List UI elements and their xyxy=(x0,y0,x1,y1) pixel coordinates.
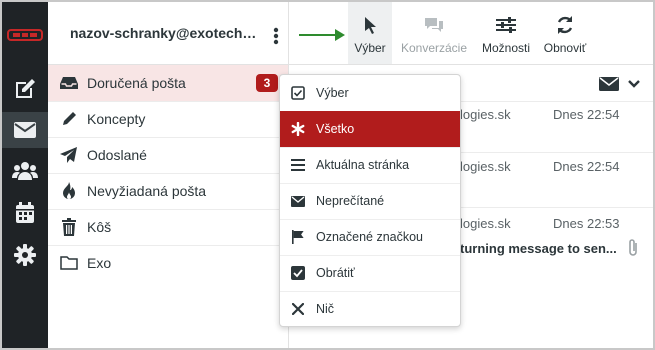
menu-item-selection[interactable]: Výber xyxy=(280,75,460,112)
menu-item-label: Neprečítané xyxy=(316,194,385,208)
select-menu: Výber Všetko Aktuálna stránka Neprečítan… xyxy=(279,74,461,327)
cursor-icon xyxy=(364,14,376,36)
envelope-icon[interactable] xyxy=(599,77,619,91)
compose-icon xyxy=(16,79,35,98)
mail-button[interactable] xyxy=(2,112,48,148)
folder-label: Exo xyxy=(87,255,112,271)
unread-badge: 3 xyxy=(256,74,278,92)
folder-label: Doručená pošta xyxy=(87,75,186,91)
flag-icon xyxy=(290,229,306,245)
app-rail xyxy=(2,2,48,348)
folder-label: Odoslané xyxy=(87,147,147,163)
menu-item-label: Všetko xyxy=(316,122,355,136)
options-button[interactable]: Možnosti xyxy=(477,2,535,64)
menu-item-unread[interactable]: Neprečítané xyxy=(280,183,460,220)
menu-item-flagged[interactable]: Označené značkou xyxy=(280,219,460,256)
mail-icon xyxy=(14,122,36,138)
folder-label: Kôš xyxy=(87,219,112,235)
sliders-icon xyxy=(496,14,516,36)
menu-item-label: Výber xyxy=(316,86,349,100)
conversations-button[interactable]: Konverzácie xyxy=(395,2,473,64)
message-date: Dnes 22:53 xyxy=(553,216,620,231)
list-icon xyxy=(290,157,306,173)
compose-button[interactable] xyxy=(2,71,48,107)
menu-item-none[interactable]: Nič xyxy=(280,291,460,326)
comments-icon xyxy=(423,14,445,36)
list-header-actions xyxy=(599,75,649,93)
folders-pane: nazov-schranky@exotechnol... Doručená po… xyxy=(48,2,289,348)
menu-item-all[interactable]: Všetko xyxy=(280,111,460,148)
menu-item-label: Obrátiť xyxy=(316,266,355,280)
folder-exo[interactable]: Exo xyxy=(48,245,288,281)
calendar-icon xyxy=(16,202,34,223)
folder-trash[interactable]: Kôš xyxy=(48,209,288,246)
options-label: Možnosti xyxy=(481,41,531,55)
folder-label: Nevyžiadaná pošta xyxy=(87,183,207,199)
inbox-icon xyxy=(59,73,79,93)
message-from[interactable]: logies.sk xyxy=(460,159,511,174)
menu-item-label: Nič xyxy=(316,302,335,316)
message-from[interactable]: logies.sk xyxy=(460,107,511,122)
paper-plane-icon xyxy=(59,145,79,165)
logo-icon[interactable] xyxy=(6,22,44,48)
toolbar: Výber Konverzácie Možnosti Obnoviť xyxy=(289,2,653,64)
mail-app-window: nazov-schranky@exotechnol... Doručená po… xyxy=(0,0,655,350)
message-from[interactable]: logies.sk xyxy=(460,216,511,231)
asterisk-icon xyxy=(290,121,306,137)
menu-item-invert[interactable]: Obrátiť xyxy=(280,255,460,292)
account-menu-icon[interactable] xyxy=(272,26,280,46)
folder-sent[interactable]: Odoslané xyxy=(48,137,288,174)
menu-item-label: Aktuálna stránka xyxy=(316,158,410,172)
folder-icon xyxy=(59,253,79,273)
paperclip-icon xyxy=(629,239,637,256)
folder-label: Koncepty xyxy=(87,111,146,127)
contacts-icon xyxy=(12,162,38,180)
contacts-button[interactable] xyxy=(2,153,48,189)
fire-icon xyxy=(59,181,79,201)
folder-inbox[interactable]: Doručená pošta 3 xyxy=(48,65,288,102)
select-label: Výber xyxy=(354,41,386,55)
folder-drafts[interactable]: Koncepty xyxy=(48,101,288,138)
close-icon xyxy=(290,301,306,317)
arrow-right-icon xyxy=(299,29,345,41)
chevron-down-icon[interactable] xyxy=(628,80,640,88)
message-subject[interactable]: turning message to sen... xyxy=(460,241,617,256)
checkbox-icon xyxy=(290,85,306,101)
trash-icon xyxy=(59,217,79,237)
message-date: Dnes 22:54 xyxy=(553,159,620,174)
divider xyxy=(289,64,653,65)
message-date: Dnes 22:54 xyxy=(553,107,620,122)
envelope-icon xyxy=(290,193,306,209)
settings-button[interactable] xyxy=(2,237,48,273)
refresh-icon xyxy=(555,14,575,36)
refresh-button[interactable]: Obnoviť xyxy=(541,2,589,64)
account-name: nazov-schranky@exotechnol... xyxy=(70,25,260,41)
folder-junk[interactable]: Nevyžiadaná pošta xyxy=(48,173,288,210)
pencil-icon xyxy=(59,109,79,129)
checked-box-icon xyxy=(290,265,306,281)
settings-icon xyxy=(14,244,36,266)
menu-item-current-page[interactable]: Aktuálna stránka xyxy=(280,147,460,184)
refresh-label: Obnoviť xyxy=(543,41,587,55)
select-button[interactable]: Výber xyxy=(348,2,392,64)
conversations-label: Konverzácie xyxy=(400,41,468,55)
menu-item-label: Označené značkou xyxy=(316,230,424,244)
calendar-button[interactable] xyxy=(2,195,48,231)
